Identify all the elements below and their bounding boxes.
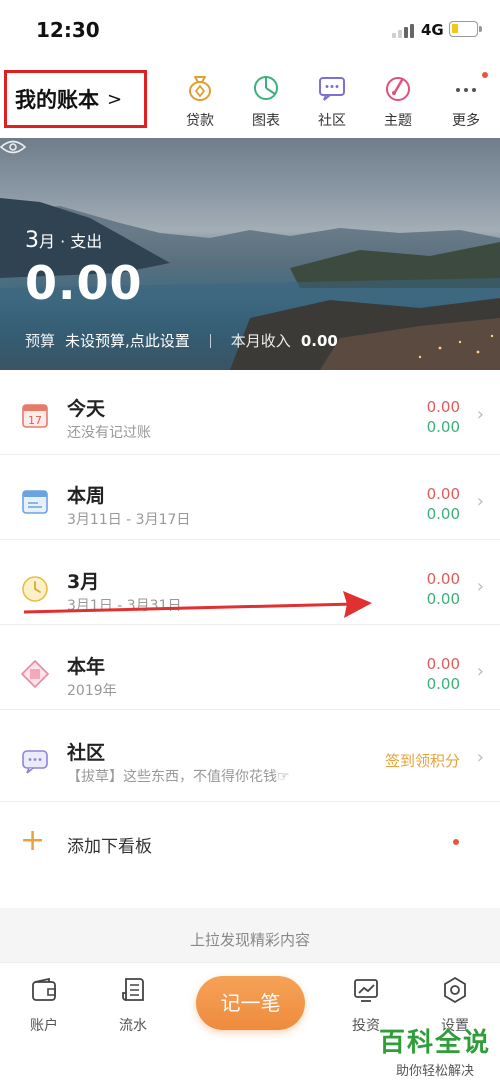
row-expense: 0.00	[426, 398, 460, 416]
tab-ledger[interactable]: 流水	[103, 975, 163, 1035]
chevron-right-icon: ›	[476, 576, 484, 597]
budget-label: 预算	[25, 332, 56, 350]
chevron-right-icon: ›	[476, 404, 484, 425]
row-subtitle: 3月11日 - 3月17日	[67, 512, 191, 528]
nav-loan[interactable]: 贷款	[168, 72, 232, 130]
community-icon	[319, 77, 345, 101]
row-income: 0.00	[426, 505, 460, 523]
status-bar: 12:30 4G	[0, 0, 500, 62]
calendar-week-icon	[22, 490, 48, 514]
watermark-title: 百科全说	[378, 1028, 491, 1058]
chevron-right-icon: ›	[476, 747, 484, 768]
nav-chart[interactable]: 图表	[234, 72, 298, 130]
list-item-month[interactable]: 3月 3月1日 - 3月31日 0.00 0.00 ›	[0, 540, 500, 625]
summary-banner[interactable]: 3月 · 支出 0.00 预算 未设预算,点此设置 本月收入 0.00	[0, 138, 500, 370]
year-diamond-icon	[20, 659, 50, 689]
budget-setup-link[interactable]: 未设预算,点此设置	[65, 332, 190, 350]
check-in-points-link[interactable]: 签到领积分	[385, 750, 460, 771]
row-subtitle: 【拔草】这些东西，不值得你花钱☞	[67, 769, 290, 785]
month-number: 3	[25, 228, 39, 253]
row-subtitle: 还没有记过账	[67, 425, 151, 441]
month-expense-label: 3月 · 支出	[25, 228, 102, 253]
theme-icon	[386, 77, 410, 101]
watermark-subtitle: 助你轻松解决	[395, 1064, 474, 1079]
chat-bubble-icon	[22, 750, 48, 774]
invest-icon	[354, 979, 378, 1002]
list-item-week[interactable]: 本周 3月11日 - 3月17日 0.00 0.00 ›	[0, 455, 500, 540]
tab-account[interactable]: 账户	[14, 975, 74, 1035]
svg-text:17: 17	[28, 414, 42, 427]
add-board-label: 添加下看板	[67, 837, 152, 857]
chevron-right-icon: ›	[476, 661, 484, 682]
row-income: 0.00	[426, 590, 460, 608]
plus-icon: +	[20, 823, 46, 858]
row-title: 3月	[67, 571, 100, 593]
moon-month-icon	[22, 576, 48, 602]
list-item-community[interactable]: 社区 【拔草】这些东西，不值得你花钱☞ 签到领积分 ›	[0, 710, 500, 802]
row-title: 社区	[67, 742, 106, 764]
income-label: 本月收入	[230, 332, 291, 350]
list-item-today[interactable]: 17 今天 还没有记过账 0.00 0.00 ›	[0, 370, 500, 455]
list-item-year[interactable]: 本年 2019年 0.00 0.00 ›	[0, 625, 500, 710]
tab-label: 流水	[119, 1018, 147, 1034]
calendar-day-icon: 17	[22, 404, 48, 428]
header: 我的账本 > 贷款 图表 社区 主题 更多	[0, 62, 500, 138]
settings-icon	[444, 976, 466, 1004]
nav-label: 更多	[452, 113, 480, 129]
notification-dot	[453, 839, 459, 845]
loan-icon	[189, 76, 211, 101]
notification-dot	[482, 72, 488, 78]
nav-more[interactable]: 更多	[434, 72, 498, 130]
nav-theme[interactable]: 主题	[366, 72, 430, 130]
eye-icon[interactable]	[0, 138, 26, 156]
battery-icon	[449, 21, 482, 37]
network-type: 4G	[421, 21, 444, 39]
chart-icon	[254, 76, 278, 100]
row-subtitle: 3月1日 - 3月31日	[67, 598, 182, 614]
row-expense: 0.00	[426, 485, 460, 503]
row-expense: 0.00	[426, 655, 460, 673]
tab-label: 账户	[30, 1018, 58, 1034]
row-income: 0.00	[426, 418, 460, 436]
row-subtitle: 2019年	[67, 683, 117, 699]
nav-label: 贷款	[186, 113, 214, 129]
row-title: 今天	[67, 398, 106, 420]
wallet-icon	[32, 977, 56, 1001]
budget-row: 预算 未设预算,点此设置 本月收入 0.00	[25, 330, 338, 351]
nav-community[interactable]: 社区	[300, 72, 364, 130]
row-income: 0.00	[426, 675, 460, 693]
add-board-button[interactable]: + 添加下看板	[0, 802, 500, 882]
pull-up-hint: 上拉发现精彩内容	[0, 908, 500, 968]
record-entry-button[interactable]: 记一笔	[196, 976, 305, 1030]
watermark-logo: 百科全说 助你轻松解决	[376, 1022, 494, 1079]
income-value: 0.00	[300, 332, 338, 350]
nav-label: 图表	[252, 113, 280, 129]
row-expense: 0.00	[426, 570, 460, 588]
book-selector[interactable]: 我的账本 >	[4, 70, 147, 128]
nav-label: 社区	[318, 113, 346, 129]
status-time: 12:30	[36, 18, 100, 42]
divider	[209, 334, 211, 348]
row-title: 本年	[67, 656, 106, 678]
expense-amount: 0.00	[25, 256, 143, 310]
chevron-right-icon: >	[107, 88, 123, 110]
ledger-icon	[122, 978, 144, 1001]
signal-icon	[392, 22, 416, 38]
chevron-right-icon: ›	[476, 491, 484, 512]
more-icon	[456, 88, 476, 92]
nav-label: 主题	[384, 113, 412, 129]
book-title: 我的账本	[15, 88, 99, 112]
month-suffix: 月 · 支出	[39, 232, 103, 251]
row-title: 本周	[67, 485, 106, 507]
